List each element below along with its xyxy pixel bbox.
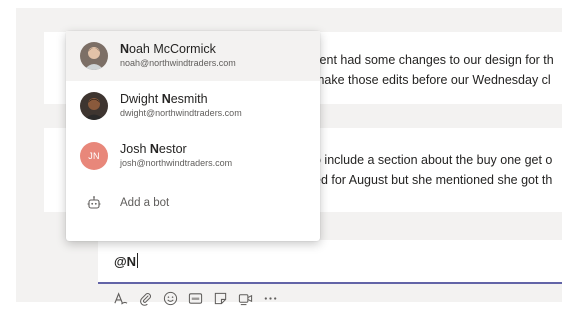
avatar — [80, 92, 108, 120]
meet-icon[interactable] — [237, 290, 253, 306]
suggestion-name: Dwight Nesmith — [120, 92, 208, 106]
compose-toolbar — [112, 288, 278, 308]
attach-icon[interactable] — [137, 290, 153, 306]
gif-icon[interactable] — [187, 290, 203, 306]
initials-avatar: JN — [80, 142, 108, 170]
suggestion-email: dwight@northwindtraders.com — [120, 108, 242, 118]
sticker-icon[interactable] — [212, 290, 228, 306]
mention-suggestion-josh-nestor[interactable]: JN Josh Nestor josh@northwindtraders.com — [66, 131, 320, 181]
mention-suggestions-popup: Noah McCormick noah@northwindtraders.com… — [66, 31, 320, 241]
suggestion-name: Josh Nestor — [120, 142, 187, 156]
suggestion-name: Noah McCormick — [120, 42, 216, 56]
text-caret — [137, 253, 139, 268]
message-line: o include a section about the buy one ge… — [314, 153, 553, 167]
compose-box[interactable]: @N — [98, 240, 562, 284]
mention-suggestion-dwight-nesmith[interactable]: Dwight Nesmith dwight@northwindtraders.c… — [66, 81, 320, 131]
add-bot-label: Add a bot — [120, 197, 170, 209]
message-line: ed for August but she mentioned she got … — [314, 173, 553, 187]
suggestion-email: noah@northwindtraders.com — [120, 58, 236, 68]
message-line: make those edits before our Wednesday cl — [314, 73, 551, 87]
add-bot-item[interactable]: Add a bot — [66, 181, 320, 225]
more-icon[interactable] — [262, 290, 278, 306]
format-icon[interactable] — [112, 290, 128, 306]
message-line: lient had some changes to our design for… — [314, 53, 554, 67]
suggestion-email: josh@northwindtraders.com — [120, 158, 233, 168]
mention-suggestion-noah-mccormick[interactable]: Noah McCormick noah@northwindtraders.com — [66, 31, 320, 81]
compose-text: @N — [114, 254, 137, 269]
emoji-icon[interactable] — [162, 290, 178, 306]
bot-icon — [86, 195, 102, 211]
avatar — [80, 42, 108, 70]
